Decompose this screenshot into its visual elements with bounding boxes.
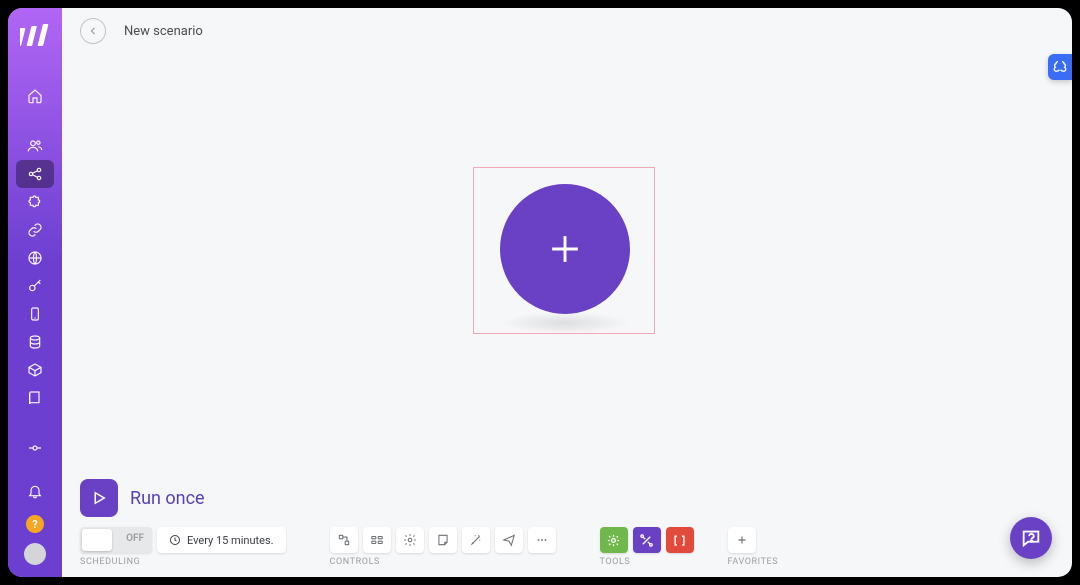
run-once-button[interactable] [80, 479, 118, 517]
app-frame: ? New scenario Run once [8, 8, 1072, 577]
controls-group: CONTROLS [330, 527, 556, 567]
explain-flow-button[interactable] [330, 527, 358, 553]
tool-tools[interactable] [633, 527, 661, 553]
nav-git[interactable] [16, 434, 54, 462]
nav-scenarios[interactable] [16, 160, 54, 188]
more-button[interactable] [528, 527, 556, 553]
sidebar-bottom: ? [16, 477, 54, 565]
notes-button[interactable] [429, 527, 457, 553]
controls-row: OFF Every 15 minutes. SCHEDULING [80, 527, 1056, 567]
nav-datastore[interactable] [16, 328, 54, 356]
align-icon [370, 533, 384, 547]
app-logo[interactable] [17, 18, 53, 54]
make-logo-icon [20, 24, 50, 48]
favorites-section-label: FAVORITES [728, 557, 779, 567]
box-icon [27, 362, 43, 378]
share-icon [27, 166, 43, 182]
flow-icon [337, 533, 351, 547]
run-once-label: Run once [130, 488, 205, 509]
brackets-icon [672, 533, 687, 548]
nav-apps[interactable] [16, 188, 54, 216]
gear-filled-icon [606, 533, 621, 548]
nav-webhooks[interactable] [16, 244, 54, 272]
nav-notifications[interactable] [16, 477, 54, 505]
scheduling-section-label: SCHEDULING [80, 557, 286, 567]
nav-devices[interactable] [16, 300, 54, 328]
nav-list [16, 82, 54, 462]
avatar[interactable] [24, 543, 46, 565]
node-shadow [500, 312, 630, 334]
nav-docs[interactable] [16, 384, 54, 412]
export-button[interactable] [495, 527, 523, 553]
commit-icon [27, 440, 43, 456]
tools-group: TOOLS [600, 527, 694, 567]
scheduling-group: OFF Every 15 minutes. SCHEDULING [80, 527, 286, 567]
add-module-node[interactable] [500, 184, 630, 314]
help-fab[interactable] [1010, 517, 1052, 559]
key-icon [27, 278, 43, 294]
nav-packages[interactable] [16, 356, 54, 384]
topbar: New scenario [62, 8, 1072, 54]
arrow-left-icon [87, 25, 99, 37]
clock-icon [169, 534, 181, 546]
help-badge[interactable]: ? [26, 515, 44, 533]
schedule-interval-label: Every 15 minutes. [187, 534, 274, 547]
schedule-interval-button[interactable]: Every 15 minutes. [157, 527, 286, 553]
book-icon [27, 390, 43, 406]
run-row: Run once [80, 479, 1056, 517]
page-title[interactable]: New scenario [124, 24, 203, 39]
home-icon [27, 88, 43, 104]
note-icon [436, 533, 450, 547]
plane-icon [502, 533, 516, 547]
sidebar: ? [8, 8, 62, 577]
globe-icon [27, 250, 43, 266]
nav-users[interactable] [16, 132, 54, 160]
nav-connections[interactable] [16, 216, 54, 244]
back-button[interactable] [80, 18, 106, 44]
tools-section-label: TOOLS [600, 557, 694, 567]
toggle-state-label: OFF [126, 533, 144, 544]
controls-section-label: CONTROLS [330, 557, 556, 567]
help-badge-text: ? [32, 518, 37, 531]
favorites-group: FAVORITES [728, 527, 779, 567]
align-button[interactable] [363, 527, 391, 553]
phone-icon [27, 306, 43, 322]
gear-icon [403, 533, 417, 547]
magic-button[interactable] [462, 527, 490, 553]
scheduling-toggle[interactable]: OFF [80, 527, 152, 553]
nav-keys[interactable] [16, 272, 54, 300]
add-favorite-button[interactable] [728, 527, 756, 553]
tool-flow-control[interactable] [600, 527, 628, 553]
play-icon [90, 489, 108, 507]
settings-button[interactable] [396, 527, 424, 553]
database-icon [27, 334, 43, 350]
nav-home[interactable] [16, 82, 54, 110]
tool-text-parser[interactable] [666, 527, 694, 553]
wand-icon [469, 533, 483, 547]
users-icon [27, 138, 43, 154]
link-icon [27, 222, 43, 238]
toggle-knob [82, 529, 112, 551]
plus-small-icon [735, 533, 749, 547]
tools-icon [639, 533, 654, 548]
chat-help-icon [1020, 527, 1042, 549]
bell-icon [27, 483, 43, 499]
dots-icon [535, 533, 549, 547]
footer: Run once OFF Every 15 minutes. SCHEDULIN… [80, 479, 1056, 567]
puzzle-icon [27, 194, 43, 210]
plus-icon [543, 227, 587, 271]
